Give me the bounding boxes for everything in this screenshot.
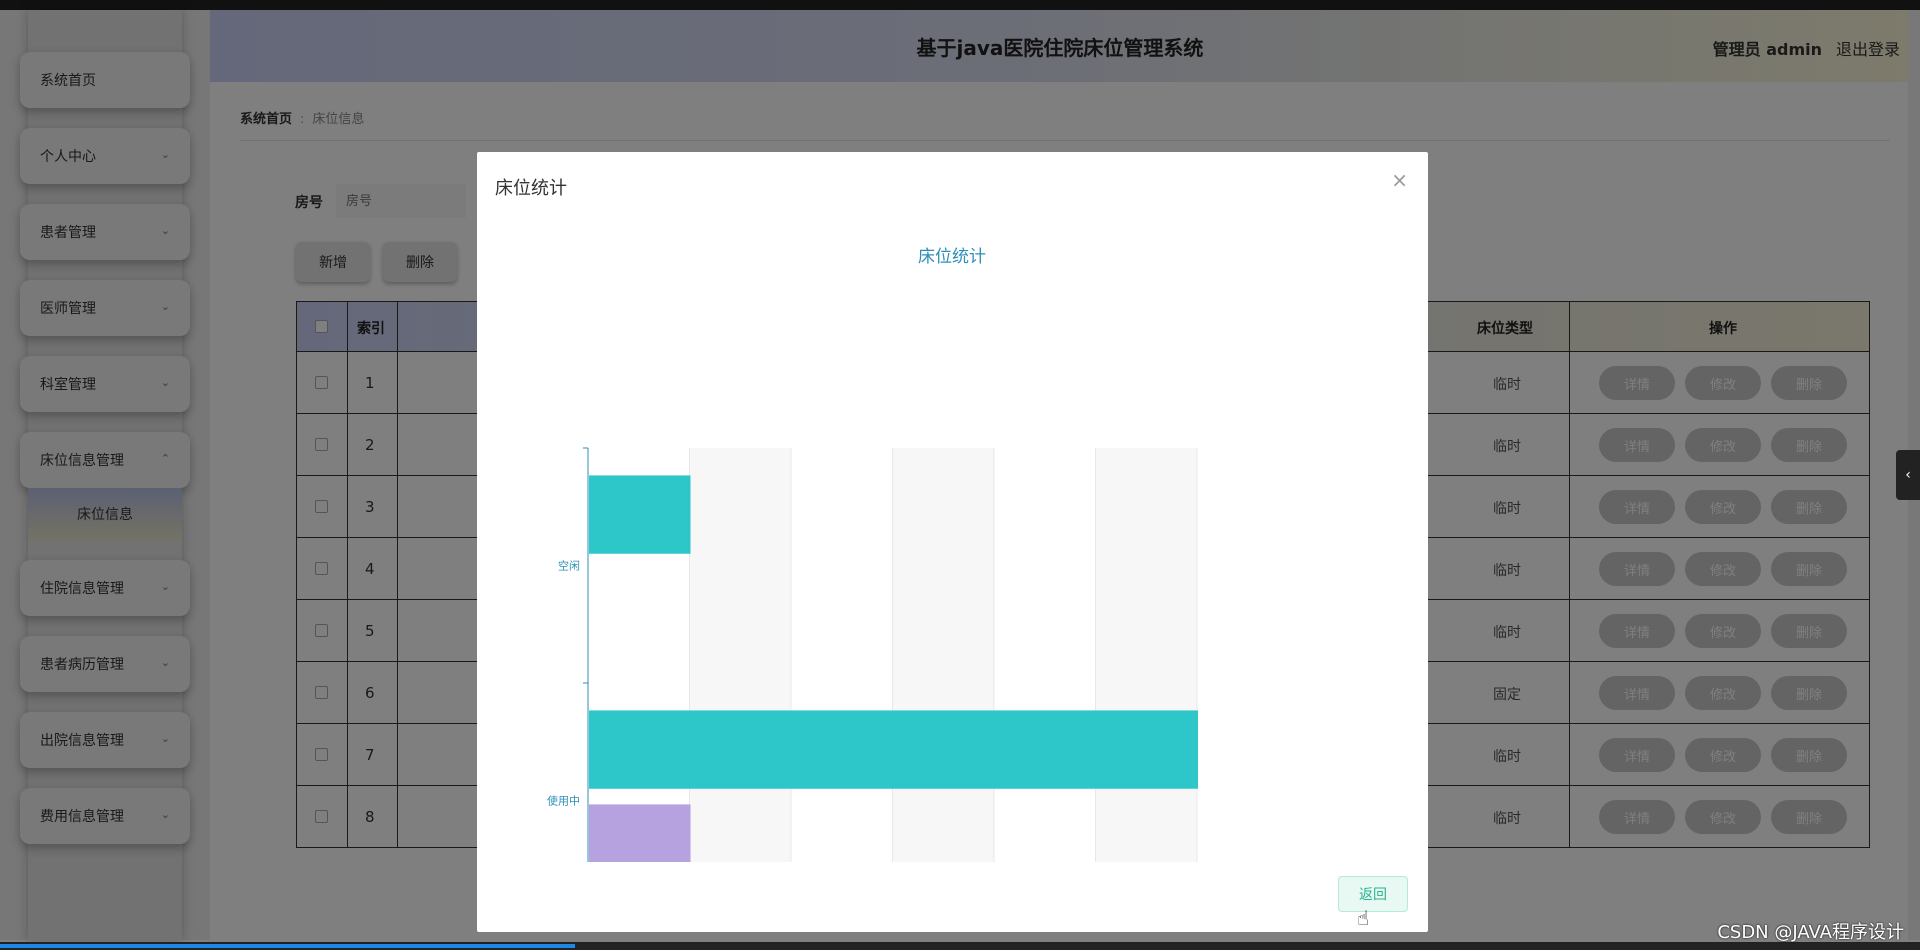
grid-band: [1095, 448, 1197, 862]
y-tick-label: 使用中: [547, 795, 580, 808]
bar-临时: [589, 710, 1198, 789]
hand-cursor-icon: ☝: [1357, 906, 1370, 930]
back-button[interactable]: 返回: [1338, 876, 1408, 912]
close-icon[interactable]: ×: [1391, 168, 1408, 192]
bar-临时: [589, 475, 691, 554]
dialog-title: 床位统计: [495, 178, 567, 199]
chevron-left-icon[interactable]: ‹: [1896, 450, 1920, 500]
grid-band: [892, 448, 994, 862]
bar-固定: [589, 804, 691, 862]
video-progress: [0, 944, 575, 948]
chart-title: 床位统计: [918, 247, 986, 267]
bottom-bar: [0, 942, 1920, 950]
bed-stats-chart: 床位统计0123456使用中空闲临时固定: [547, 247, 1198, 862]
y-tick-label: 空闲: [558, 559, 580, 573]
watermark: CSDN @JAVA程序设计: [1717, 922, 1904, 943]
grid-band: [689, 448, 791, 862]
bed-stats-dialog: 床位统计 × 床位统计0123456使用中空闲临时固定 返回 ☝: [477, 152, 1428, 932]
